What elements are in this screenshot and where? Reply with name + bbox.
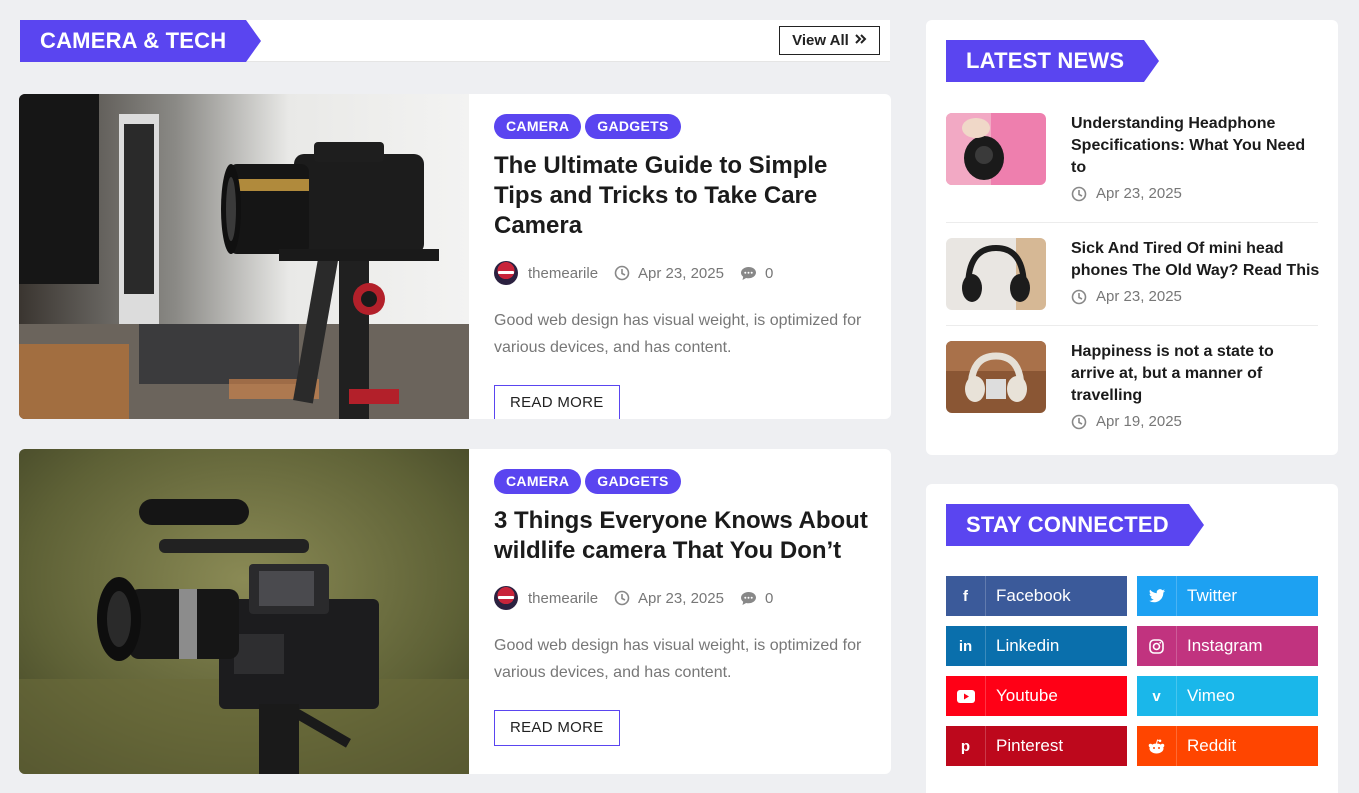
social-link-reddit[interactable]: Reddit: [1137, 726, 1318, 766]
news-thumbnail[interactable]: [946, 341, 1046, 413]
news-date-row: Apr 23, 2025: [1071, 185, 1321, 202]
read-more-button[interactable]: READ MORE: [494, 710, 620, 746]
post-date: Apr 23, 2025: [638, 589, 724, 607]
author-avatar[interactable]: [494, 586, 518, 610]
social-link-facebook[interactable]: f Facebook: [946, 576, 1127, 616]
clock-icon: [1071, 186, 1087, 202]
post-categories: CAMERA GADGETS: [494, 114, 879, 139]
comment-icon: [740, 266, 757, 281]
social-label: Instagram: [1187, 636, 1263, 655]
twitter-icon: [1137, 576, 1177, 616]
social-label: Twitter: [1187, 586, 1238, 605]
social-label: Reddit: [1187, 736, 1237, 755]
post-body: CAMERA GADGETS 3 Things Everyone Knows A…: [494, 469, 879, 746]
category-badge-gadgets[interactable]: GADGETS: [585, 469, 681, 494]
post-meta: themearile Apr 23, 2025 0: [494, 261, 879, 285]
post-title[interactable]: The Ultimate Guide to Simple Tips and Tr…: [494, 151, 879, 241]
view-all-label: View All: [792, 32, 849, 49]
stay-connected-title: STAY CONNECTED: [946, 504, 1204, 546]
divider: [946, 325, 1318, 326]
news-item: Happiness is not a state to arrive at, b…: [946, 341, 1318, 433]
comment-count[interactable]: 0: [765, 590, 773, 607]
stay-connected-widget: STAY CONNECTED f Facebook Twitter in Lin…: [926, 484, 1338, 793]
news-thumbnail[interactable]: [946, 113, 1046, 185]
linkedin-icon: in: [946, 626, 986, 666]
post-thumbnail-camera[interactable]: [19, 94, 469, 419]
social-label: Pinterest: [996, 736, 1064, 755]
news-date-row: Apr 23, 2025: [1071, 288, 1321, 305]
divider: [946, 222, 1318, 223]
social-link-youtube[interactable]: Youtube: [946, 676, 1127, 716]
comment-count[interactable]: 0: [765, 265, 773, 282]
vimeo-icon: v: [1137, 676, 1177, 716]
reddit-icon: [1137, 726, 1177, 766]
social-label: Vimeo: [1187, 686, 1235, 705]
post-author[interactable]: themearile: [528, 265, 598, 282]
news-item: Understanding Headphone Specifications: …: [946, 113, 1318, 203]
clock-icon: [614, 265, 630, 281]
post-excerpt: Good web design has visual weight, is op…: [494, 312, 862, 356]
post-date: Apr 23, 2025: [638, 264, 724, 282]
social-links: f Facebook Twitter in Linkedin Instagram…: [946, 576, 1318, 766]
news-text: Happiness is not a state to arrive at, b…: [1071, 341, 1321, 430]
post-thumbnail-video-camera[interactable]: [19, 449, 469, 774]
category-badge-camera[interactable]: CAMERA: [494, 469, 582, 494]
news-date-row: Apr 19, 2025: [1071, 413, 1321, 430]
social-link-instagram[interactable]: Instagram: [1137, 626, 1318, 666]
social-link-twitter[interactable]: Twitter: [1137, 576, 1318, 616]
social-label: Linkedin: [996, 636, 1060, 655]
instagram-icon: [1137, 626, 1177, 666]
post-excerpt: Good web design has visual weight, is op…: [494, 637, 862, 681]
author-avatar[interactable]: [494, 261, 518, 285]
double-chevron-right-icon: [855, 27, 867, 54]
section-title: CAMERA & TECH: [20, 20, 262, 62]
post-body: CAMERA GADGETS The Ultimate Guide to Sim…: [494, 114, 879, 419]
news-item: Sick And Tired Of mini head phones The O…: [946, 238, 1321, 318]
latest-news-title: LATEST NEWS: [946, 40, 1160, 82]
news-thumbnail[interactable]: [946, 238, 1046, 310]
social-label: Youtube: [996, 686, 1058, 705]
news-date: Apr 19, 2025: [1096, 413, 1182, 430]
social-link-linkedin[interactable]: in Linkedin: [946, 626, 1127, 666]
post-categories: CAMERA GADGETS: [494, 469, 879, 494]
clock-icon: [614, 590, 630, 606]
clock-icon: [1071, 414, 1087, 430]
news-text: Sick And Tired Of mini head phones The O…: [1071, 238, 1321, 305]
social-link-pinterest[interactable]: p Pinterest: [946, 726, 1127, 766]
post-meta: themearile Apr 23, 2025 0: [494, 586, 879, 610]
latest-news-widget: LATEST NEWS Understanding Headphone Spec…: [926, 20, 1338, 455]
view-all-button[interactable]: View All: [779, 26, 880, 55]
comment-icon: [740, 591, 757, 606]
clock-icon: [1071, 289, 1087, 305]
news-title[interactable]: Happiness is not a state to arrive at, b…: [1071, 341, 1321, 407]
post-card: CAMERA GADGETS The Ultimate Guide to Sim…: [19, 94, 891, 419]
post-title[interactable]: 3 Things Everyone Knows About wildlife c…: [494, 506, 879, 566]
facebook-icon: f: [946, 576, 986, 616]
news-title[interactable]: Sick And Tired Of mini head phones The O…: [1071, 238, 1321, 282]
news-text: Understanding Headphone Specifications: …: [1071, 113, 1321, 202]
category-badge-gadgets[interactable]: GADGETS: [585, 114, 681, 139]
social-link-vimeo[interactable]: v Vimeo: [1137, 676, 1318, 716]
category-badge-camera[interactable]: CAMERA: [494, 114, 582, 139]
pinterest-icon: p: [946, 726, 986, 766]
post-author[interactable]: themearile: [528, 590, 598, 607]
youtube-icon: [946, 676, 986, 716]
read-more-button[interactable]: READ MORE: [494, 385, 620, 419]
social-label: Facebook: [996, 586, 1071, 605]
news-date: Apr 23, 2025: [1096, 288, 1182, 305]
section-header: CAMERA & TECH View All: [20, 20, 890, 62]
post-card: CAMERA GADGETS 3 Things Everyone Knows A…: [19, 449, 891, 774]
news-date: Apr 23, 2025: [1096, 185, 1182, 202]
news-title[interactable]: Understanding Headphone Specifications: …: [1071, 113, 1321, 179]
